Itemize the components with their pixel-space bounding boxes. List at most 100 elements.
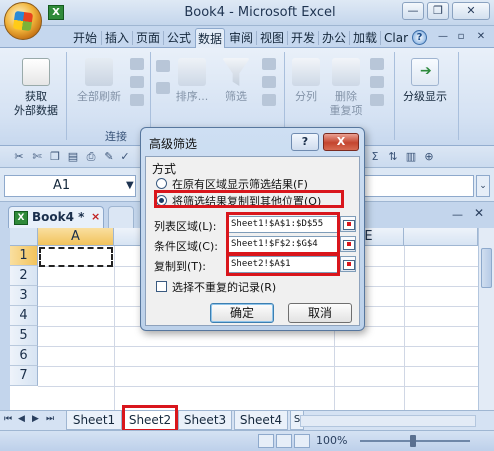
workbook-tab[interactable]: X Book4 * × <box>8 206 104 228</box>
copy-icon[interactable]: ❐ <box>48 150 62 164</box>
excel-app-icon[interactable]: X <box>48 5 64 20</box>
row-header-7[interactable]: 7 <box>10 366 38 386</box>
ribbon-restore-icon[interactable]: ▫ <box>454 30 468 44</box>
row-header-3[interactable]: 3 <box>10 286 38 306</box>
chart-icon[interactable]: ▥ <box>404 150 418 164</box>
sort-button[interactable]: 排序... <box>172 58 212 104</box>
dialog-help-button[interactable]: ? <box>291 133 319 151</box>
text-to-columns-icon <box>292 58 320 86</box>
data-validation-icon[interactable] <box>370 58 384 70</box>
tab-separator <box>349 31 350 45</box>
properties-icon[interactable] <box>130 76 144 88</box>
tab-office[interactable]: 办公 <box>320 28 348 48</box>
reapply-icon[interactable] <box>262 76 276 88</box>
workbook-minimize-icon[interactable]: — <box>452 208 463 221</box>
text-to-columns-button[interactable]: 分列 <box>288 58 324 104</box>
new-workbook-tab[interactable] <box>108 206 134 228</box>
list-range-picker-icon[interactable] <box>340 216 356 232</box>
sum-icon[interactable]: Σ <box>368 150 382 164</box>
zoom-icon[interactable]: ⊕ <box>422 150 436 164</box>
paste-icon[interactable]: ▤ <box>66 150 80 164</box>
tab-page-layout[interactable]: 页面 <box>134 28 162 48</box>
normal-view-icon[interactable] <box>258 434 274 448</box>
tab-data[interactable]: 数据 <box>195 28 225 48</box>
row-header-1[interactable]: 1 <box>10 246 38 266</box>
close-window-button[interactable]: ✕ <box>452 2 490 20</box>
criteria-range-picker-icon[interactable] <box>340 236 356 252</box>
tab-formulas[interactable]: 公式 <box>165 28 193 48</box>
vertical-scrollbar[interactable] <box>478 228 494 410</box>
formula-input[interactable] <box>364 175 474 197</box>
outline-icon: ➔ <box>411 58 439 86</box>
ok-button[interactable]: 确定 <box>210 303 274 323</box>
restore-window-button[interactable]: ❐ <box>427 2 449 20</box>
column-header-a[interactable]: A <box>38 228 114 246</box>
copy-to-picker-icon[interactable] <box>340 256 356 272</box>
workbook-close-icon[interactable]: ✕ <box>474 206 484 220</box>
row-header-4[interactable]: 4 <box>10 306 38 326</box>
sheet-tab-sheet1[interactable]: Sheet1 <box>66 411 122 430</box>
what-if-icon[interactable] <box>370 94 384 106</box>
scissors-icon[interactable]: ✄ <box>30 150 44 164</box>
workbook-tab-close-icon[interactable]: × <box>91 210 100 223</box>
tab-view[interactable]: 视图 <box>258 28 286 48</box>
unique-records-checkbox[interactable] <box>156 281 167 292</box>
sheet-tab-sheet4[interactable]: Sheet4 <box>234 411 288 430</box>
filter-button[interactable]: 筛选 <box>216 58 256 104</box>
format-painter-icon[interactable]: ✓ <box>118 150 132 164</box>
tab-insert[interactable]: 插入 <box>103 28 131 48</box>
help-icon[interactable]: ? <box>412 30 427 45</box>
page-layout-view-icon[interactable] <box>276 434 292 448</box>
refresh-all-button[interactable]: 全部刷新 <box>72 58 126 104</box>
horizontal-scrollbar[interactable] <box>300 415 476 427</box>
get-external-data-button[interactable]: 获取 外部数据 <box>12 58 60 118</box>
first-sheet-icon[interactable]: ⏮ <box>4 414 12 424</box>
brush-icon[interactable]: ✎ <box>102 150 116 164</box>
next-sheet-icon[interactable]: ▶ <box>32 414 39 424</box>
name-box[interactable]: A1 <box>4 175 136 197</box>
name-box-dropdown-icon[interactable]: ▼ <box>126 175 134 197</box>
tab-developer[interactable]: 开发 <box>289 28 317 48</box>
sort-label: 排序... <box>175 90 209 103</box>
prev-sheet-icon[interactable]: ◀ <box>18 414 25 424</box>
tab-home[interactable]: 开始 <box>70 28 100 48</box>
row-header-5[interactable]: 5 <box>10 326 38 346</box>
tab-clar[interactable]: Clar <box>382 28 410 48</box>
unique-records-label[interactable]: 选择不重复的记录(R) <box>172 279 276 295</box>
outline-button[interactable]: ➔ 分级显示 <box>398 58 452 104</box>
page-break-view-icon[interactable] <box>294 434 310 448</box>
sort-descending-icon[interactable] <box>156 82 170 94</box>
radio-filter-in-place[interactable] <box>156 178 167 189</box>
connections-icon[interactable] <box>130 58 144 70</box>
ribbon-close-icon[interactable]: ✕ <box>474 30 488 44</box>
advanced-filter-icon[interactable] <box>262 94 276 106</box>
tab-addins[interactable]: 加载 <box>351 28 379 48</box>
sort-az-icon[interactable]: ⇅ <box>386 150 400 164</box>
print-icon[interactable]: ⎙ <box>84 150 98 164</box>
row-header-2[interactable]: 2 <box>10 266 38 286</box>
active-cell-a1[interactable] <box>39 247 113 267</box>
minimize-window-button[interactable]: — <box>402 2 424 20</box>
edit-links-icon[interactable] <box>130 94 144 106</box>
clear-filter-icon[interactable] <box>262 58 276 70</box>
row-header-6[interactable]: 6 <box>10 346 38 366</box>
column-header[interactable] <box>404 228 478 246</box>
formula-expand-icon[interactable]: ⌄ <box>476 175 490 197</box>
tab-separator <box>256 31 257 45</box>
consolidate-icon[interactable] <box>370 76 384 88</box>
select-all-corner[interactable] <box>10 228 38 246</box>
scroll-thumb[interactable] <box>481 248 492 288</box>
office-button[interactable] <box>4 2 42 40</box>
cut-icon[interactable]: ✂ <box>12 150 26 164</box>
sort-ascending-icon[interactable] <box>156 60 170 72</box>
sheet-tab-sheet3[interactable]: Sheet3 <box>178 411 232 430</box>
dialog-close-button[interactable]: X <box>323 133 359 151</box>
copy-to-label: 复制到(T): <box>154 260 207 273</box>
zoom-level[interactable]: 100% <box>316 434 347 447</box>
tab-review[interactable]: 审阅 <box>227 28 255 48</box>
cancel-button[interactable]: 取消 <box>288 303 352 323</box>
zoom-slider-thumb[interactable] <box>410 435 416 447</box>
last-sheet-icon[interactable]: ⏭ <box>46 414 54 424</box>
ribbon-minimize-icon[interactable]: — <box>436 30 450 44</box>
remove-duplicates-button[interactable]: 删除 重复项 <box>326 58 366 118</box>
